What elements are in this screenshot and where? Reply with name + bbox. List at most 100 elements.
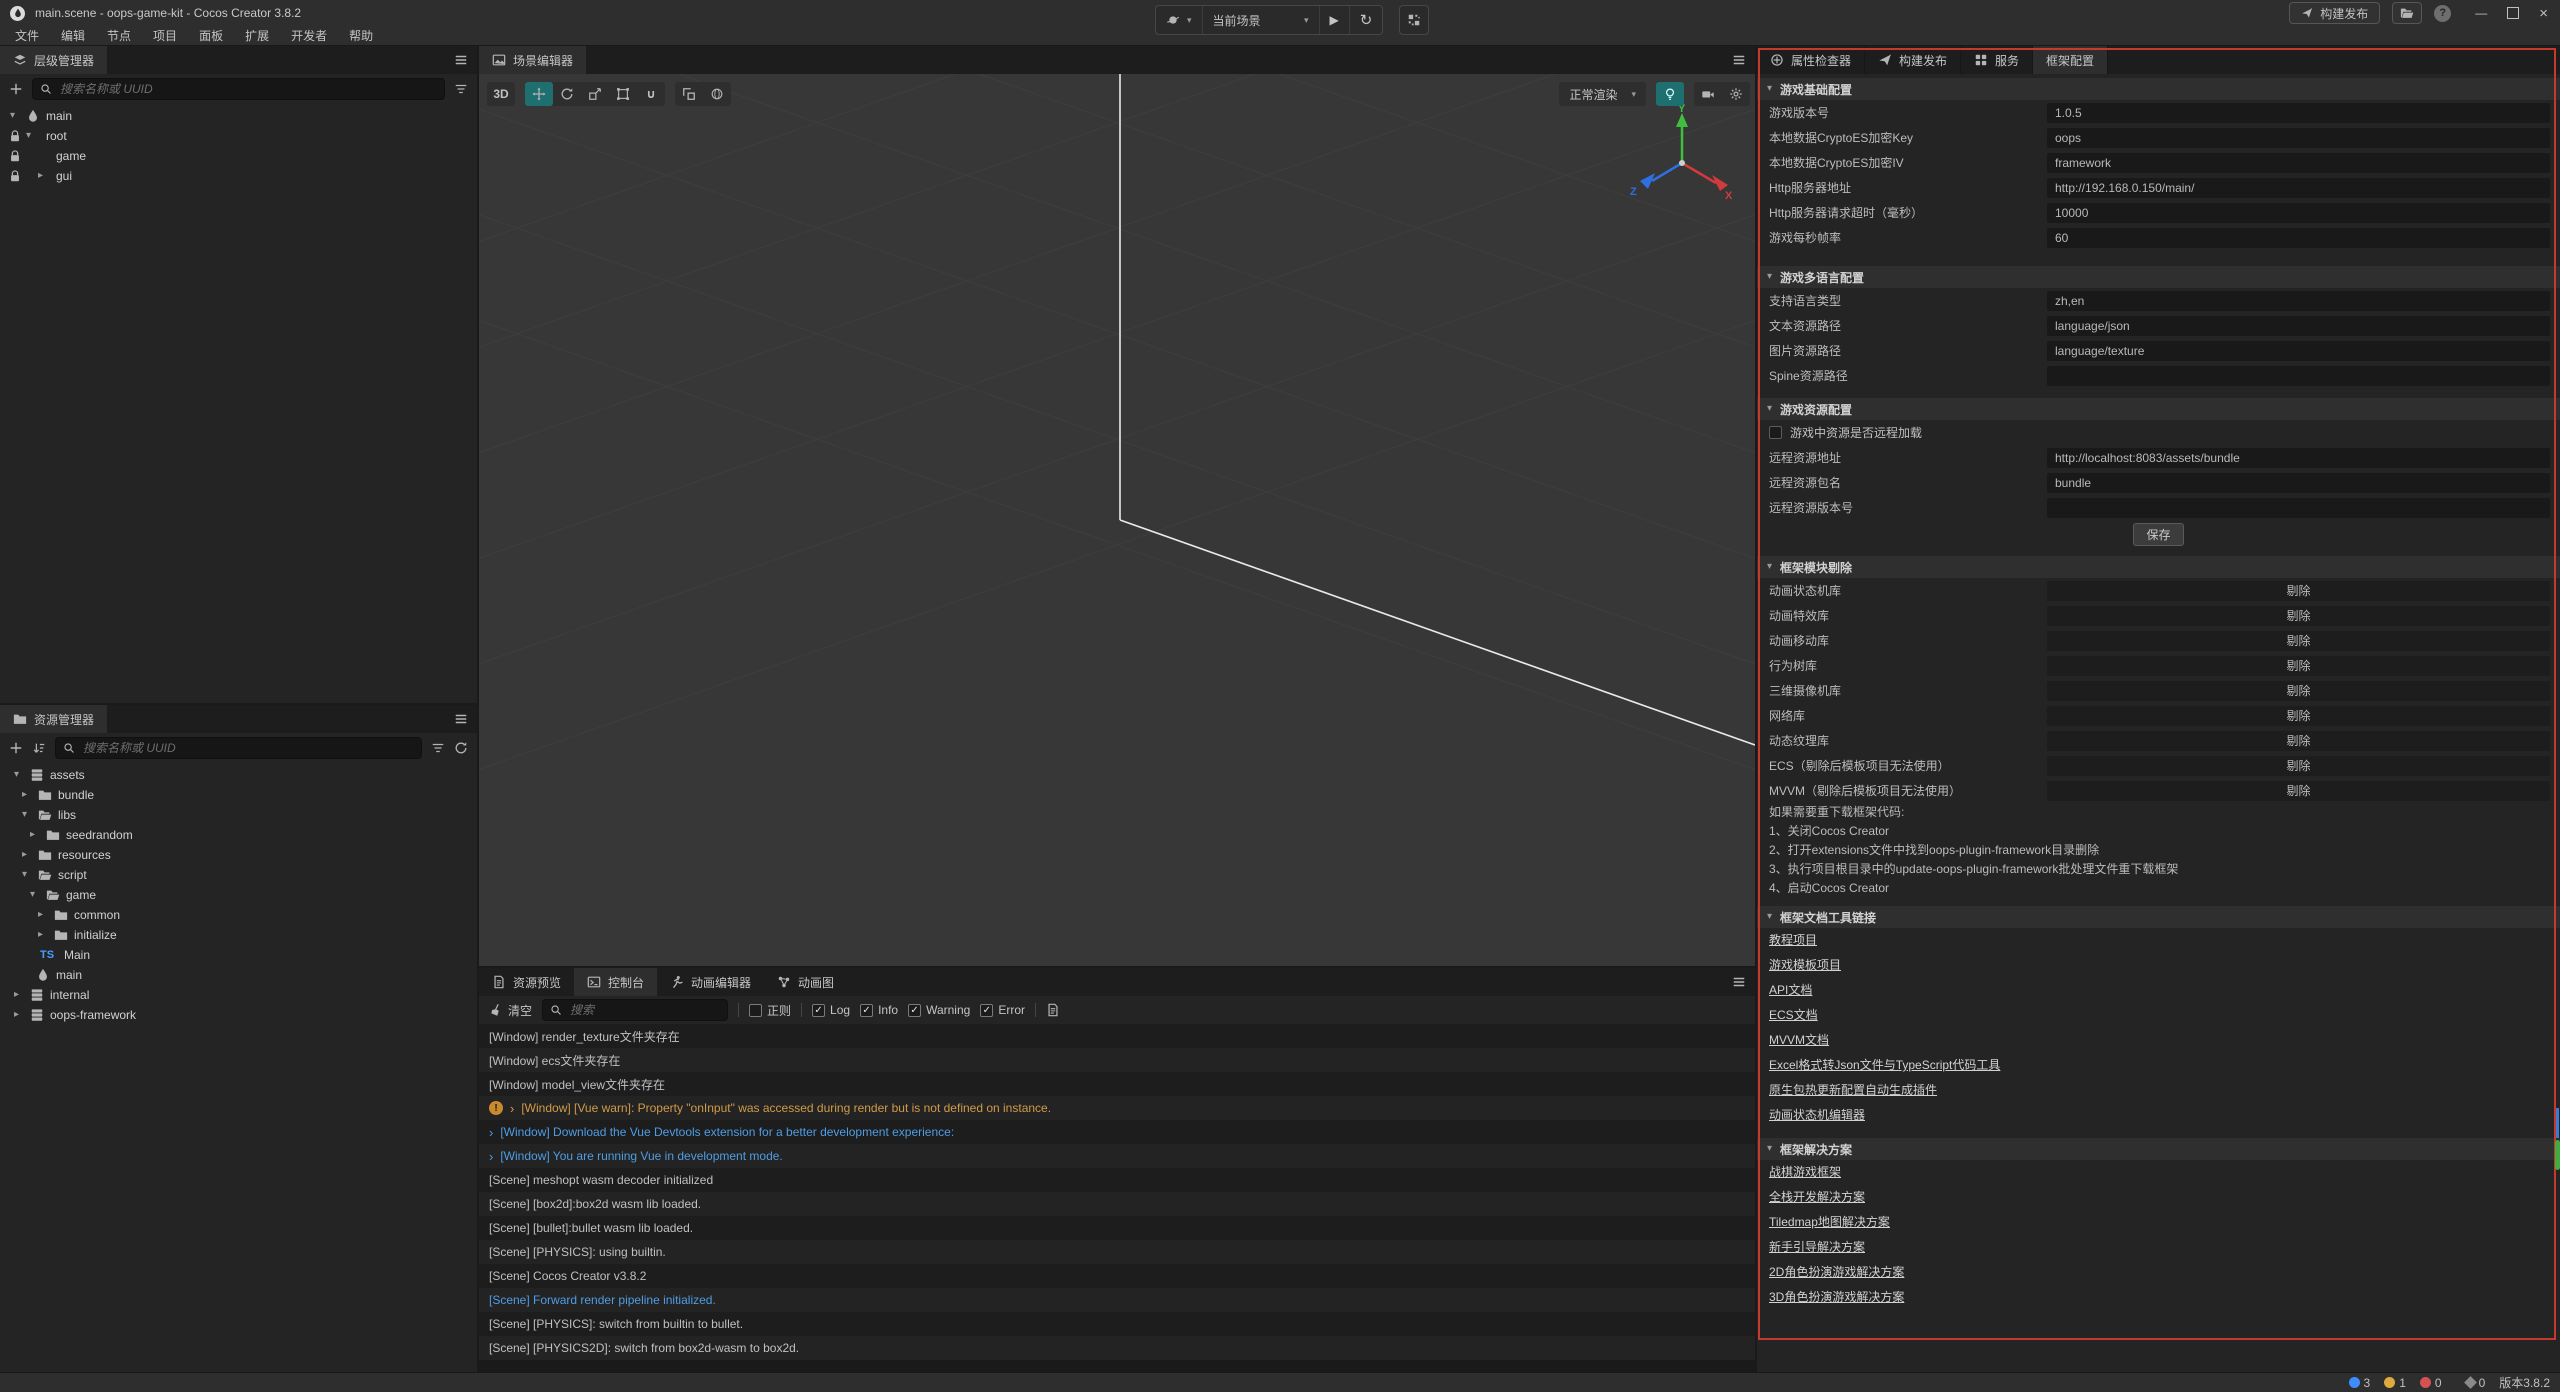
preview-qr-button[interactable] bbox=[1399, 5, 1429, 35]
expand-icon[interactable]: ▸ bbox=[38, 910, 43, 920]
mode-3d-toggle[interactable]: 3D bbox=[487, 82, 515, 106]
lock-icon[interactable] bbox=[8, 149, 22, 163]
asset-node-libs[interactable]: ▾ libs bbox=[0, 805, 477, 825]
hierarchy-node-gui[interactable]: ▸ gui bbox=[0, 166, 477, 186]
build-publish-button[interactable]: 构建发布 bbox=[2289, 2, 2380, 24]
coordinate-mode-button[interactable] bbox=[703, 82, 731, 106]
task-count-badge[interactable]: 0 bbox=[2466, 1376, 2486, 1390]
hierarchy-node-root[interactable]: ▾ root bbox=[0, 126, 477, 146]
hierarchy-search-input[interactable] bbox=[58, 81, 437, 97]
solution-link[interactable]: 2D角色扮演游戏解决方案 bbox=[1769, 1260, 1904, 1285]
menu-extension[interactable]: 扩展 bbox=[234, 27, 280, 44]
tab-property-inspector[interactable]: 属性检查器 bbox=[1757, 46, 1865, 74]
sort-icon[interactable] bbox=[32, 741, 46, 755]
info-count-badge[interactable]: 3 bbox=[2349, 1376, 2371, 1390]
menu-panel[interactable]: 面板 bbox=[188, 27, 234, 44]
remove-module-button[interactable]: 剔除 bbox=[2047, 581, 2550, 601]
tab-animation-graph[interactable]: 动画图 bbox=[764, 968, 847, 996]
assets-search-input[interactable] bbox=[81, 740, 414, 756]
expand-icon[interactable]: ▸ bbox=[14, 990, 19, 1000]
expand-icon[interactable]: ▾ bbox=[10, 111, 15, 121]
create-node-button[interactable] bbox=[9, 82, 23, 96]
expand-icon[interactable]: › bbox=[489, 1125, 493, 1140]
field-input[interactable] bbox=[2047, 103, 2550, 123]
scale-tool-button[interactable] bbox=[581, 82, 609, 106]
expand-icon[interactable]: › bbox=[510, 1101, 514, 1116]
expand-icon[interactable]: ▸ bbox=[14, 1010, 19, 1020]
ui-tool-button[interactable]: ∪ bbox=[637, 82, 665, 106]
filter-log-checkbox[interactable]: ✓ Log bbox=[812, 1003, 850, 1017]
asset-node-script[interactable]: ▾ script bbox=[0, 865, 477, 885]
solution-link[interactable]: 新手引导解决方案 bbox=[1769, 1235, 1865, 1260]
expand-icon[interactable]: ▸ bbox=[38, 930, 43, 940]
field-input[interactable] bbox=[2047, 178, 2550, 198]
remove-module-button[interactable]: 剔除 bbox=[2047, 706, 2550, 726]
filter-icon[interactable] bbox=[431, 741, 445, 755]
scrollbar-thumb[interactable] bbox=[2555, 1140, 2560, 1170]
clear-console-button[interactable]: 清空 bbox=[489, 1002, 532, 1019]
remove-module-button[interactable]: 剔除 bbox=[2047, 631, 2550, 651]
collapse-icon[interactable]: ▾ bbox=[1767, 272, 1772, 282]
asset-node-assets[interactable]: ▾ assets bbox=[0, 765, 477, 785]
lock-icon[interactable] bbox=[8, 169, 22, 183]
section-doc-links[interactable]: ▾ 框架文档工具链接 bbox=[1757, 906, 2560, 928]
section-solutions[interactable]: ▾ 框架解决方案 bbox=[1757, 1138, 2560, 1160]
checkbox-checked[interactable]: ✓ bbox=[980, 1004, 993, 1017]
section-game-basic-config[interactable]: ▾ 游戏基础配置 bbox=[1757, 78, 2560, 100]
open-project-folder-button[interactable] bbox=[2392, 2, 2422, 24]
expand-icon[interactable]: ▾ bbox=[22, 810, 27, 820]
asset-node-Main[interactable]: TS Main bbox=[0, 945, 477, 965]
render-mode-drop[interactable]: 正常渲染 ▾ bbox=[1559, 82, 1646, 106]
tab-hierarchy[interactable]: 层级管理器 bbox=[0, 46, 107, 74]
panel-menu-icon[interactable] bbox=[1732, 53, 1746, 67]
asset-node-resources[interactable]: ▸ resources bbox=[0, 845, 477, 865]
field-input[interactable] bbox=[2047, 366, 2550, 386]
remove-module-button[interactable]: 剔除 bbox=[2047, 731, 2550, 751]
solution-link[interactable]: 3D角色扮演游戏解决方案 bbox=[1769, 1285, 1904, 1310]
assets-search[interactable] bbox=[55, 737, 422, 759]
expand-icon[interactable]: ▸ bbox=[38, 171, 43, 181]
tab-scene-editor[interactable]: 场景编辑器 bbox=[479, 46, 586, 74]
panel-menu-icon[interactable] bbox=[454, 712, 468, 726]
hierarchy-search[interactable] bbox=[32, 78, 445, 100]
filter-warning-checkbox[interactable]: ✓ Warning bbox=[908, 1003, 970, 1017]
collapse-icon[interactable]: ▾ bbox=[1767, 404, 1772, 414]
refresh-icon[interactable] bbox=[454, 741, 468, 755]
remote-load-checkbox[interactable] bbox=[1769, 426, 1782, 439]
filter-icon[interactable] bbox=[454, 82, 468, 96]
rotate-tool-button[interactable] bbox=[553, 82, 581, 106]
checkbox-checked[interactable]: ✓ bbox=[908, 1004, 921, 1017]
console-search-input[interactable] bbox=[568, 1002, 720, 1018]
doc-link[interactable]: API文档 bbox=[1769, 978, 1812, 1003]
camera-settings-button[interactable] bbox=[1694, 82, 1722, 106]
panel-menu-icon[interactable] bbox=[1732, 975, 1746, 989]
section-multi-language[interactable]: ▾ 游戏多语言配置 bbox=[1757, 266, 2560, 288]
lighting-toggle-button[interactable] bbox=[1656, 82, 1684, 106]
field-input[interactable] bbox=[2047, 316, 2550, 336]
collapse-icon[interactable]: ▾ bbox=[1767, 562, 1772, 572]
menu-node[interactable]: 节点 bbox=[96, 27, 142, 44]
field-input[interactable] bbox=[2047, 473, 2550, 493]
expand-icon[interactable]: ▸ bbox=[22, 850, 27, 860]
menu-file[interactable]: 文件 bbox=[4, 27, 50, 44]
expand-icon[interactable]: ▾ bbox=[14, 770, 19, 780]
field-input[interactable] bbox=[2047, 448, 2550, 468]
asset-node-common[interactable]: ▸ common bbox=[0, 905, 477, 925]
menu-project[interactable]: 项目 bbox=[142, 27, 188, 44]
play-button[interactable]: ▶ bbox=[1320, 6, 1350, 34]
asset-node-main-scene[interactable]: main bbox=[0, 965, 477, 985]
scene-select-dropdown[interactable]: 当前场景 ▾ bbox=[1203, 6, 1320, 34]
filter-error-checkbox[interactable]: ✓ Error bbox=[980, 1003, 1025, 1017]
tab-asset-preview[interactable]: 资源预览 bbox=[479, 968, 574, 996]
doc-link[interactable]: 原生包热更新配置自动生成插件 bbox=[1769, 1078, 1937, 1103]
platform-select[interactable]: ▾ bbox=[1156, 6, 1203, 34]
collapse-icon[interactable]: ▾ bbox=[1767, 912, 1772, 922]
console-search[interactable] bbox=[542, 999, 728, 1021]
error-count-badge[interactable]: 0 bbox=[2420, 1376, 2442, 1390]
regex-checkbox[interactable]: 正则 bbox=[749, 1002, 791, 1019]
open-log-file-icon[interactable] bbox=[1046, 1003, 1060, 1017]
expand-icon[interactable]: ▸ bbox=[22, 790, 27, 800]
menu-edit[interactable]: 编辑 bbox=[50, 27, 96, 44]
field-input[interactable] bbox=[2047, 228, 2550, 248]
expand-icon[interactable]: ▸ bbox=[30, 830, 35, 840]
